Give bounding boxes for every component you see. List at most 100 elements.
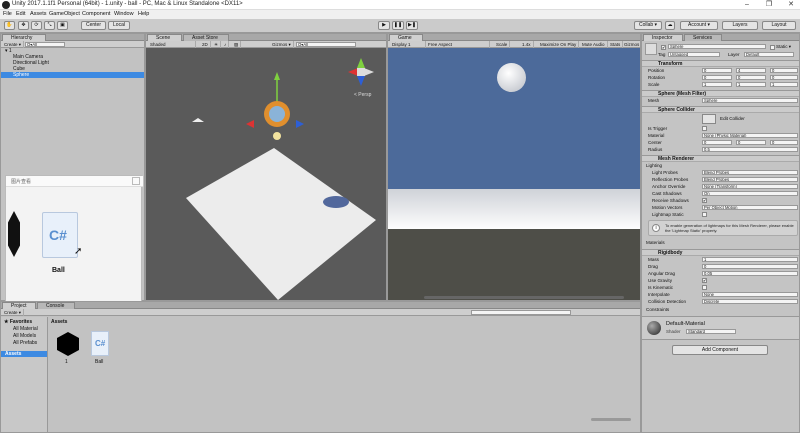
scale-value[interactable]: 1.4x — [520, 41, 534, 48]
unity-icon[interactable] — [57, 332, 79, 356]
image-viewer-box-icon[interactable] — [132, 177, 140, 185]
tag-dropdown[interactable]: Untagged — [668, 52, 720, 57]
angular-drag-input[interactable]: 0.05 — [702, 271, 798, 276]
orientation-gizmo[interactable] — [348, 58, 374, 86]
mass-input[interactable]: 1 — [702, 257, 798, 262]
menu-assets[interactable]: Assets — [30, 11, 47, 17]
2d-toggle[interactable]: 2D — [200, 41, 211, 48]
move-gizmo-x-axis[interactable] — [246, 120, 254, 128]
csharp-file-icon[interactable]: C# — [42, 212, 78, 258]
scene-search-input[interactable]: Q▾All — [296, 42, 356, 47]
layer-dropdown[interactable]: Default — [744, 52, 794, 57]
tab-inspector[interactable]: Inspector — [643, 34, 683, 41]
hand-tool-icon[interactable]: ✋ — [4, 21, 15, 30]
audio-toggle-icon[interactable]: ♪ — [222, 41, 230, 48]
mute-audio-toggle[interactable]: Mute Audio — [580, 41, 608, 48]
tab-project[interactable]: Project — [2, 302, 36, 309]
directional-light-icon[interactable] — [273, 132, 281, 140]
game-scrollbar[interactable] — [424, 296, 624, 299]
tab-game[interactable]: Game — [389, 34, 423, 41]
display-dropdown[interactable]: Display 1 — [390, 41, 426, 48]
move-gizmo-z-axis[interactable] — [296, 120, 304, 128]
is-kinematic-checkbox[interactable] — [702, 285, 707, 290]
rotation-z-input[interactable]: 0 — [770, 75, 798, 80]
center-x-input[interactable]: 0 — [702, 140, 732, 145]
scene-canvas[interactable]: < Persp — [146, 48, 386, 300]
materials-foldout[interactable]: Materials — [646, 240, 665, 245]
position-y-input[interactable]: 4 — [736, 68, 766, 73]
menu-help[interactable]: Help — [138, 11, 149, 17]
use-gravity-checkbox[interactable]: ✔ — [702, 278, 707, 283]
active-checkbox[interactable]: ✔ — [661, 45, 666, 50]
edit-collider-icon[interactable] — [702, 114, 716, 124]
rigidbody-header[interactable]: Rigidbody — [642, 249, 799, 256]
drag-input[interactable]: 0 — [702, 264, 798, 269]
tab-hierarchy[interactable]: Hierarchy — [2, 34, 46, 41]
tab-asset-store[interactable]: Asset Store — [183, 34, 229, 41]
favorite-all-material[interactable]: All Material — [1, 326, 47, 332]
rect-tool-icon[interactable]: ▣ — [57, 21, 68, 30]
assets-folder-item[interactable]: Assets — [1, 351, 47, 357]
camera-icon[interactable] — [192, 118, 204, 122]
constraints-foldout[interactable]: Constraints — [646, 307, 669, 312]
favorite-all-models[interactable]: All Models — [1, 333, 47, 339]
collision-detection-dropdown[interactable]: Discrete — [702, 299, 798, 304]
light-probes-dropdown[interactable]: Blend Probes — [702, 170, 798, 175]
pivot-center-button[interactable]: Center — [81, 21, 106, 30]
stats-toggle[interactable]: Stats — [608, 41, 624, 48]
rotation-y-input[interactable]: 0 — [736, 75, 766, 80]
csharp-icon[interactable]: C# — [91, 331, 109, 356]
radius-input[interactable]: 0.5 — [702, 147, 798, 152]
tab-services[interactable]: Services — [684, 34, 722, 41]
lighting-foldout[interactable]: Lighting — [646, 163, 662, 168]
reflection-probes-dropdown[interactable]: Blend Probes — [702, 177, 798, 182]
tab-scene[interactable]: Scene — [147, 34, 182, 41]
layout-button[interactable]: Layout — [762, 21, 796, 30]
mesh-renderer-header[interactable]: Mesh Renderer — [642, 155, 799, 162]
scale-tool-icon[interactable]: ⤡ — [44, 21, 55, 30]
interpolate-dropdown[interactable]: None — [702, 292, 798, 297]
lightmap-static-checkbox[interactable] — [702, 212, 707, 217]
static-dropdown[interactable]: Static ▾ — [776, 44, 791, 50]
scale-z-input[interactable]: 1 — [770, 82, 798, 87]
hierarchy-item-sphere[interactable]: Sphere — [1, 72, 144, 78]
step-icon[interactable]: ▶❚ — [406, 21, 418, 30]
lighting-toggle-icon[interactable]: ☀ — [212, 41, 222, 48]
scene-gizmos-button[interactable]: Gizmos ▾ — [270, 41, 294, 48]
menu-file[interactable]: File — [3, 11, 12, 17]
mesh-field[interactable]: Sphere — [702, 98, 798, 103]
hierarchy-create-button[interactable]: Create ▾ — [2, 41, 25, 48]
favorite-all-prefabs[interactable]: All Prefabs — [1, 340, 47, 346]
position-x-input[interactable]: 0 — [702, 68, 732, 73]
is-trigger-checkbox[interactable] — [702, 126, 707, 131]
shader-dropdown[interactable]: Standard — [686, 329, 736, 334]
pivot-local-button[interactable]: Local — [108, 21, 130, 30]
menu-window[interactable]: Window — [114, 11, 134, 17]
sphere-collider-header[interactable]: Sphere Collider — [642, 106, 799, 113]
center-z-input[interactable]: 0 — [770, 140, 798, 145]
game-gizmos-button[interactable]: Gizmos ▾ — [622, 41, 641, 54]
aspect-dropdown[interactable]: Free Aspect — [426, 41, 490, 48]
layers-button[interactable]: Layers — [722, 21, 758, 30]
collider-material-field[interactable]: None (Physic Material) — [702, 133, 798, 138]
add-component-button[interactable]: Add Component — [672, 345, 768, 355]
rotate-tool-icon[interactable]: ⟳ — [31, 21, 42, 30]
static-checkbox[interactable] — [770, 45, 775, 50]
receive-shadows-checkbox[interactable]: ✔ — [702, 198, 707, 203]
transform-header[interactable]: Transform — [642, 60, 799, 67]
plane-object[interactable] — [186, 148, 376, 300]
object-name-input[interactable]: Sphere — [668, 44, 766, 49]
maximize-button[interactable]: ❐ — [760, 0, 778, 10]
anchor-override-field[interactable]: None (Transform) — [702, 184, 798, 189]
close-button[interactable]: ✕ — [782, 0, 800, 10]
maximize-on-play-toggle[interactable]: Maximize On Play — [538, 41, 580, 48]
motion-vectors-dropdown[interactable]: Per Object Motion — [702, 205, 798, 210]
scale-x-input[interactable]: 1 — [702, 82, 732, 87]
tab-console[interactable]: Console — [37, 302, 75, 309]
favorites-item[interactable]: ★ Favorites — [1, 319, 47, 325]
account-button[interactable]: Account ▾ — [680, 21, 718, 30]
scale-y-input[interactable]: 1 — [736, 82, 766, 87]
effects-toggle-icon[interactable]: ▨ — [232, 41, 242, 48]
minimize-button[interactable]: – — [738, 0, 756, 10]
collab-button[interactable]: Collab ▾ — [634, 21, 662, 30]
